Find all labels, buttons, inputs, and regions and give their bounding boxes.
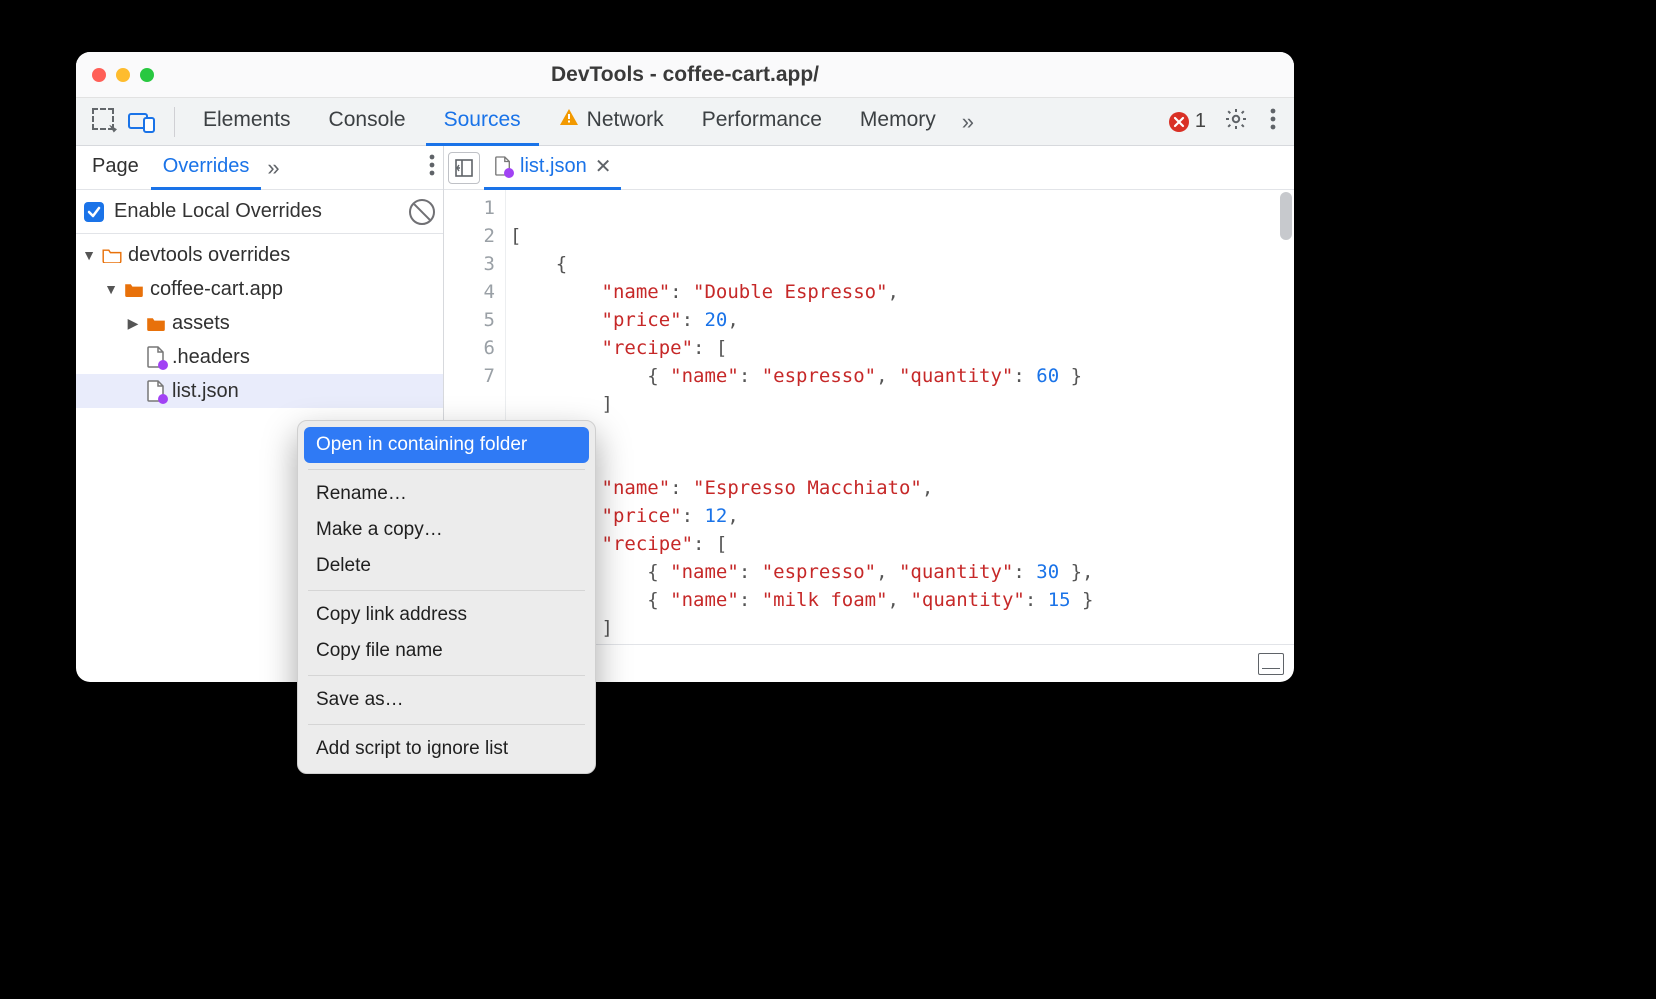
minimize-window-button[interactable] [116,68,130,82]
line-number: 3 [444,250,495,278]
enable-overrides-checkbox[interactable] [84,202,104,222]
tree-folder-assets[interactable]: ▶ assets [76,306,443,340]
warning-icon [559,108,579,132]
tree-file-headers-label: .headers [172,346,250,369]
navigator-more-chevron-icon[interactable]: » [261,155,285,181]
error-count-value: 1 [1195,110,1206,133]
tab-sources[interactable]: Sources [426,98,539,146]
navigator-tab-overrides[interactable]: Overrides [151,146,262,190]
window-controls [92,68,154,82]
ctx-copy-filename[interactable]: Copy file name [304,633,589,669]
ctx-open-in-folder[interactable]: Open in containing folder [304,427,589,463]
tab-console[interactable]: Console [311,98,424,146]
panel-tabs: Elements Console Sources Network Perform… [76,98,1294,146]
tree-folder-assets-label: assets [172,312,230,335]
tree-folder-site-label: coffee-cart.app [150,278,283,301]
tree-file-listjson[interactable]: list.json [76,374,443,408]
file-tree: ▼ devtools overrides ▼ coffee-cart.app ▶… [76,234,443,408]
coverage-toggle-icon[interactable] [1258,653,1284,675]
tab-performance[interactable]: Performance [684,98,840,146]
window-title: DevTools - coffee-cart.app/ [76,63,1294,87]
context-menu-separator [308,724,585,725]
modified-dot-icon [158,360,168,370]
divider [174,107,175,137]
ctx-make-copy[interactable]: Make a copy… [304,512,589,548]
folder-open-icon [102,247,122,263]
error-count[interactable]: 1 [1169,110,1206,133]
navigator-tab-page[interactable]: Page [80,146,151,190]
modified-dot-icon [158,394,168,404]
context-menu-separator [308,469,585,470]
navigator-toggle-icon[interactable] [448,152,480,184]
titlebar: DevTools - coffee-cart.app/ [76,52,1294,98]
open-file-tabs: list.json ✕ [444,146,1294,190]
scrollbar-thumb[interactable] [1280,192,1292,240]
line-number: 7 [444,362,495,390]
tab-network[interactable]: Network [541,98,682,146]
tab-elements[interactable]: Elements [185,98,309,146]
folder-closed-icon [146,315,166,331]
enable-overrides-label: Enable Local Overrides [114,200,399,223]
chevron-down-icon: ▼ [82,247,96,263]
close-tab-icon[interactable]: ✕ [595,154,612,179]
enable-overrides-row: Enable Local Overrides [76,190,443,234]
tree-folder-site[interactable]: ▼ coffee-cart.app [76,272,443,306]
modified-dot-icon [504,168,514,178]
devtools-window: DevTools - coffee-cart.app/ Elements Con… [76,52,1294,682]
ctx-save-as[interactable]: Save as… [304,682,589,718]
folder-closed-icon [124,281,144,297]
tree-folder-root[interactable]: ▼ devtools overrides [76,238,443,272]
sources-body: Page Overrides » Enable Local Overrides … [76,146,1294,682]
file-icon [146,346,166,368]
chevron-right-icon: ▶ [126,315,140,332]
chevron-down-icon: ▼ [104,281,118,297]
file-icon [146,380,166,402]
clear-overrides-icon[interactable] [409,199,435,225]
inspect-element-icon[interactable] [92,108,114,136]
tab-memory[interactable]: Memory [842,98,954,146]
more-panels-chevron-icon[interactable]: » [956,109,980,135]
file-tab-label: list.json [520,155,587,178]
context-menu-separator [308,590,585,591]
file-tab-listjson[interactable]: list.json ✕ [484,146,621,190]
ctx-copy-link[interactable]: Copy link address [304,597,589,633]
line-number: 2 [444,222,495,250]
more-options-kebab-icon[interactable] [1266,104,1280,140]
context-menu-separator [308,675,585,676]
tree-folder-root-label: devtools overrides [128,244,290,267]
device-toolbar-icon[interactable] [128,111,156,133]
zoom-window-button[interactable] [140,68,154,82]
settings-gear-icon[interactable] [1220,103,1252,141]
tree-file-headers[interactable]: .headers [76,340,443,374]
ctx-ignore-list[interactable]: Add script to ignore list [304,731,589,767]
file-icon [494,156,512,176]
context-menu: Open in containing folder Rename… Make a… [297,420,596,774]
error-icon [1169,112,1189,132]
close-window-button[interactable] [92,68,106,82]
line-number: 4 [444,278,495,306]
line-number: 6 [444,334,495,362]
ctx-delete[interactable]: Delete [304,548,589,584]
line-number: 5 [444,306,495,334]
code-content[interactable]: [ { "name": "Double Espresso", "price": … [506,190,1294,644]
tree-file-listjson-label: list.json [172,380,239,403]
line-number: 1 [444,194,495,222]
tab-network-label: Network [587,108,664,132]
navigator-kebab-icon[interactable] [425,150,439,186]
navigator-tabs: Page Overrides » [76,146,443,190]
ctx-rename[interactable]: Rename… [304,476,589,512]
